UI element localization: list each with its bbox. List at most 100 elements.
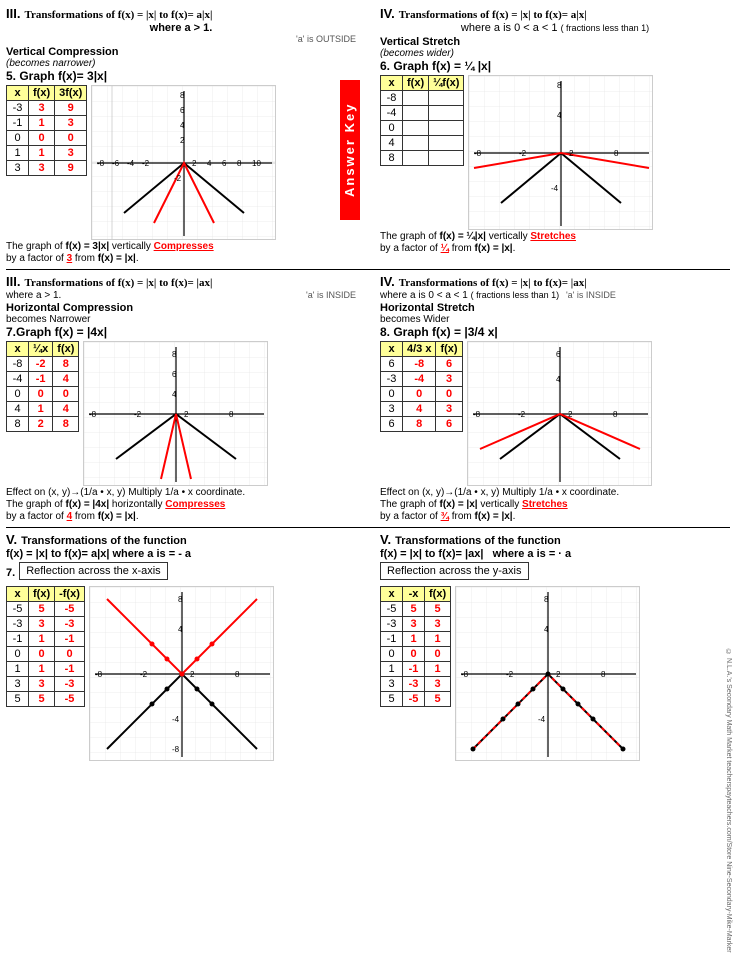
svg-text:8: 8 [601,670,606,679]
td-rx-7-1: 5 [7,692,29,707]
svg-text:8: 8 [178,595,183,604]
roman-v-left: V. [6,532,17,547]
roman-ivb: IV. [380,274,395,289]
graph-wrap-6: x f(x) ¼f(x) -8 -4 0 4 8 [380,75,730,230]
title-v-right: Transformations of the function [395,535,561,547]
answer-stretches-8: Stretches [522,499,568,510]
table-8: x 4/3 x f(x) 6-86 -3-43 000 343 686 [380,341,463,432]
td-6-5-1: 8 [381,151,403,166]
svg-text:-4: -4 [538,715,546,724]
section-iv-right: IV. Transformations of f(x) = |x| to f(x… [380,6,730,265]
td-7-1-2: -2 [29,357,53,372]
td-ry-7-3: 5 [425,692,451,707]
title-iv: Transformations of f(x) = |x| to f(x)= a… [399,9,587,21]
th-nx-ry: -x [403,587,425,602]
td-rx-2-2: 3 [29,617,55,632]
td-6-1-1: -8 [381,91,403,106]
graph-wrap-reflection-x: x f(x) -f(x) -55-5 -33-3 -11-1 000 11-1 … [6,586,356,761]
td-ry-6-2: -3 [403,677,425,692]
td-8-2-1: -3 [381,372,403,387]
td-6-3-1: 0 [381,121,403,136]
bottom-credit: © N.L.A.'s Secondary Math Market teacher… [725,649,732,953]
svg-text:2: 2 [569,149,574,158]
section-v-right-title: V. Transformations of the function [380,532,730,547]
top-section: III. Transformations of f(x) = |x| to f(… [6,6,730,265]
svg-text:10: 10 [252,159,261,168]
svg-text:-2: -2 [506,670,514,679]
td-5-1-1: -3 [7,101,29,116]
td-rx-6-2: 3 [29,677,55,692]
td-6-2-1: -4 [381,106,403,121]
compression-sub: (becomes narrower) [6,58,356,69]
td-5-2-1: -1 [7,116,29,131]
td-rx-1-3: -5 [55,602,85,617]
td-6-1-2 [403,91,429,106]
svg-text:-4: -4 [127,159,135,168]
table-7: x ¼x f(x) -8-28 -4-14 000 414 828 [6,341,79,432]
section-iiib-title-row: III. Transformations of f(x) = |x| to f(… [6,274,356,289]
table-6: x f(x) ¼f(x) -8 -4 0 4 8 [380,75,464,166]
svg-text:2: 2 [568,410,573,419]
subtitle-iv: where a is 0 < a < 1 ( fractions less th… [380,22,730,34]
svg-text:4: 4 [178,625,183,634]
th-x-5: x [7,86,29,101]
svg-text:-8: -8 [89,410,97,419]
graph-reflection-y: -8 -2 2 8 8 4 -4 [455,586,640,761]
effect-7: Effect on (x, y)→(1/a • x, y) Multiply 1… [6,487,356,498]
td-5-2-2: 1 [29,116,55,131]
th-nfx-rx: -f(x) [55,587,85,602]
graph-8: -8 -2 2 8 6 4 [467,341,652,486]
td-6-4-1: 4 [381,136,403,151]
reflection-y-box-wrap: Reflection across the y-axis [380,562,730,583]
title-iii: Transformations of f(x) = |x| to f(x)= a… [24,9,212,21]
td-7-2-2: -1 [29,372,53,387]
reflection-y-label: Reflection across the y-axis [380,562,529,580]
td-8-5-2: 8 [403,417,436,432]
td-ry-7-2: -5 [403,692,425,707]
svg-text:-4: -4 [551,184,559,193]
td-7-2-3: 4 [53,372,79,387]
subtitle-iii: where a > 1. [6,22,356,34]
svg-text:8: 8 [180,91,185,100]
td-ry-2-2: 3 [403,617,425,632]
bottom-section: V. Transformations of the function f(x) … [6,532,730,761]
td-rx-2-3: -3 [55,617,85,632]
factor-14: ¼ [441,243,449,254]
svg-text:-8: -8 [172,745,180,754]
td-ry-5-1: 1 [381,662,403,677]
problem-6-label: 6. Graph f(x) = ¼ |x| [380,59,730,73]
svg-text:-2: -2 [174,174,182,183]
td-6-5-2 [403,151,429,166]
td-8-1-1: 6 [381,357,403,372]
td-8-2-2: -4 [403,372,436,387]
th-fx-6: f(x) [403,76,429,91]
td-5-5-3: 9 [55,161,87,176]
svg-text:6: 6 [172,370,177,379]
td-ry-1-2: 5 [403,602,425,617]
td-7-5-3: 8 [53,417,79,432]
td-rx-1-1: -5 [7,602,29,617]
section-ivb-right: IV. Transformations of f(x) = |x| to f(x… [380,274,730,523]
horiz-compress-label: Horizontal Compression [6,302,356,314]
section-iii-title-row: III. Transformations of f(x) = |x| to f(… [6,6,356,21]
svg-text:4: 4 [557,111,562,120]
td-7-1-3: 8 [53,357,79,372]
td-6-4-2 [403,136,429,151]
section-iii-left: III. Transformations of f(x) = |x| to f(… [6,6,356,265]
stretch-sub: (becomes wider) [380,48,730,59]
graph-reflection-x: -8 -2 2 8 8 4 -4 -8 [89,586,274,761]
svg-text:8: 8 [544,595,549,604]
td-5-1-3: 9 [55,101,87,116]
svg-text:4: 4 [544,625,549,634]
svg-text:4: 4 [172,390,177,399]
td-rx-4-1: 0 [7,647,29,662]
section-v-left: V. Transformations of the function f(x) … [6,532,356,761]
td-5-1-2: 3 [29,101,55,116]
svg-text:2: 2 [192,159,197,168]
title-v-left: Transformations of the function [21,535,187,547]
svg-text:-8: -8 [473,410,481,419]
svg-text:2: 2 [184,410,189,419]
td-6-1-3 [429,91,464,106]
svg-text:6: 6 [556,350,561,359]
td-rx-6-3: -3 [55,677,85,692]
